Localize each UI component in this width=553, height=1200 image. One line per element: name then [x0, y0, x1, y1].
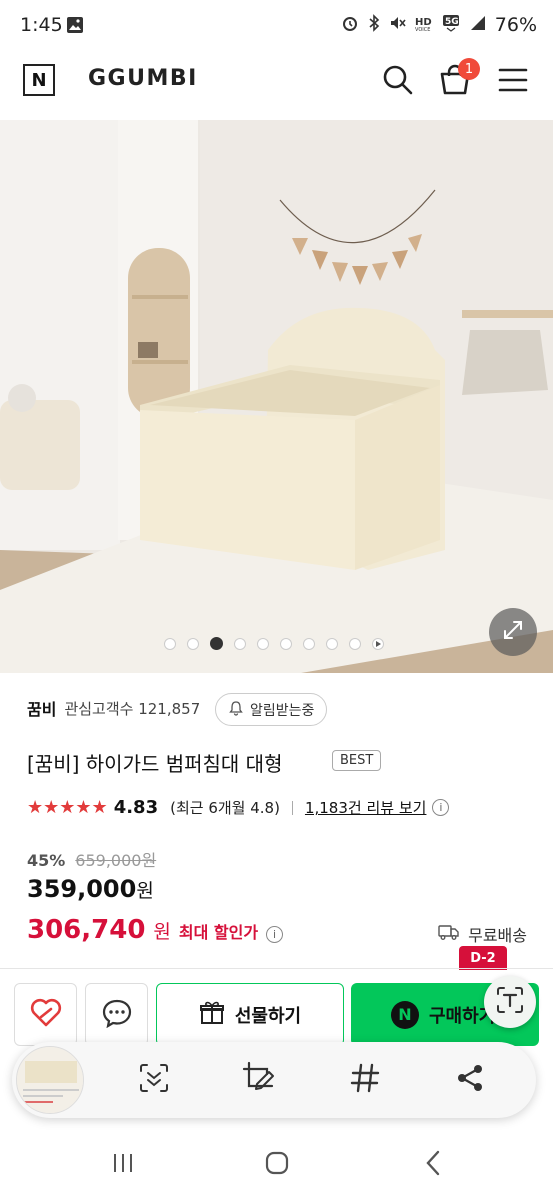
app-header: N GGUMBI 1	[0, 52, 553, 120]
max-discount-label: 최대 할인가	[178, 923, 259, 942]
scroll-capture-icon	[137, 1061, 171, 1099]
carousel-dot[interactable]	[257, 637, 269, 650]
screenshot-thumbnail[interactable]	[16, 1046, 84, 1114]
star-rating-icon: ★★★★★	[27, 797, 108, 818]
discount-row: 45% 659,000원	[27, 847, 156, 871]
sale-price-unit: 원	[136, 880, 154, 902]
best-badge: BEST	[332, 750, 382, 771]
info-icon[interactable]: i	[266, 926, 284, 943]
info-icon[interactable]: i	[432, 799, 450, 816]
d-day-badge: D-2	[459, 946, 507, 970]
recent-apps-button[interactable]	[103, 1150, 143, 1180]
image-icon	[66, 16, 84, 38]
seller-name[interactable]: 꿈비	[27, 696, 56, 720]
mute-icon	[389, 14, 407, 36]
chat-bubble-icon	[101, 998, 133, 1032]
back-icon	[423, 1150, 443, 1180]
text-extract-button[interactable]	[484, 976, 536, 1028]
carousel-dot[interactable]	[280, 637, 292, 650]
floating-toolbar	[12, 1042, 536, 1118]
back-button[interactable]	[413, 1150, 453, 1180]
expand-icon	[501, 618, 525, 646]
naver-pay-icon: N	[391, 1000, 419, 1029]
hd-voice-icon: HD VOICE	[415, 14, 435, 36]
hashtag-button[interactable]	[345, 1060, 385, 1100]
hashtag-icon	[349, 1062, 381, 1098]
recent-apps-icon	[111, 1151, 135, 1179]
battery-percentage: 76%	[494, 14, 537, 36]
gift-icon	[199, 999, 225, 1030]
search-icon[interactable]	[382, 64, 414, 100]
product-photo	[0, 120, 553, 673]
seller-row: 꿈비 관심고객수 121,857	[27, 696, 200, 720]
max-discount-unit: 원	[153, 921, 171, 943]
carousel-dot[interactable]	[187, 637, 199, 650]
carousel-dot[interactable]	[234, 637, 246, 650]
status-bar: 1:45 HD VOICE 5G 76%	[0, 0, 553, 52]
gift-label: 선물하기	[234, 1005, 302, 1027]
scroll-capture-button[interactable]	[134, 1060, 174, 1100]
home-icon	[264, 1150, 290, 1180]
menu-icon[interactable]	[498, 66, 528, 98]
bell-icon	[228, 700, 244, 720]
bluetooth-icon	[367, 14, 381, 36]
5g-signal-icon: 5G	[442, 14, 461, 36]
naver-logo[interactable]: N	[23, 64, 55, 96]
talk-button[interactable]	[85, 983, 148, 1046]
carousel-dot[interactable]	[349, 637, 361, 650]
truck-icon	[438, 923, 460, 945]
sale-price: 359,000원	[27, 875, 154, 903]
original-price: 659,000원	[75, 851, 157, 870]
shipping-info: 무료배송	[438, 922, 527, 946]
wishlist-button[interactable]	[14, 983, 77, 1046]
shipping-label: 무료배송	[468, 926, 527, 945]
section-divider	[0, 968, 553, 969]
product-title: [꿈비] 하이가드 범퍼침대 대형	[27, 752, 283, 776]
carousel-dot[interactable]	[164, 637, 176, 650]
rating-recent: (최근 6개월 4.8)	[170, 799, 280, 817]
carousel-dot[interactable]	[303, 637, 315, 650]
divider	[291, 800, 293, 815]
text-scan-icon	[495, 985, 525, 1019]
brand-name[interactable]: GGUMBI	[88, 66, 198, 91]
svg-text:5G: 5G	[445, 17, 459, 27]
crop-edit-icon	[241, 1060, 277, 1100]
rating-row: ★★★★★ 4.83 (최근 6개월 4.8) 1,183건 리뷰 보기 i	[27, 797, 450, 818]
gift-button[interactable]: 선물하기	[156, 983, 344, 1046]
status-icons: HD VOICE 5G 76%	[341, 14, 537, 36]
status-time: 1:45	[20, 14, 63, 36]
max-discount-price: 306,740	[27, 915, 146, 945]
rating-value: 4.83	[113, 797, 159, 818]
product-image[interactable]	[0, 120, 553, 673]
logo-letter: N	[31, 69, 47, 91]
cart-badge: 1	[458, 58, 480, 80]
share-button[interactable]	[450, 1060, 490, 1100]
edit-capture-button[interactable]	[239, 1060, 279, 1100]
system-nav-bar	[0, 1130, 553, 1200]
carousel-play-icon[interactable]	[372, 637, 384, 650]
alarm-label: 알림받는중	[250, 702, 315, 719]
review-link[interactable]: 1,183건 리뷰 보기	[305, 797, 426, 818]
share-icon	[454, 1062, 486, 1098]
sale-price-value: 359,000	[27, 875, 137, 903]
svg-text:VOICE: VOICE	[415, 27, 430, 32]
expand-button[interactable]	[489, 608, 537, 656]
carousel-dot-active[interactable]	[210, 637, 223, 650]
zzim-heart-icon	[29, 998, 63, 1032]
home-button[interactable]	[257, 1150, 297, 1180]
max-discount-row[interactable]: 306,740 원 최대 할인가 i	[27, 915, 284, 945]
signal-icon	[469, 14, 487, 36]
carousel-dot[interactable]	[326, 637, 338, 650]
interest-count: 관심고객수 121,857	[64, 699, 201, 718]
discount-rate: 45%	[27, 851, 66, 870]
alarm-button[interactable]: 알림받는중	[215, 693, 328, 726]
carousel-dots	[164, 637, 384, 650]
alarm-icon	[341, 14, 359, 36]
